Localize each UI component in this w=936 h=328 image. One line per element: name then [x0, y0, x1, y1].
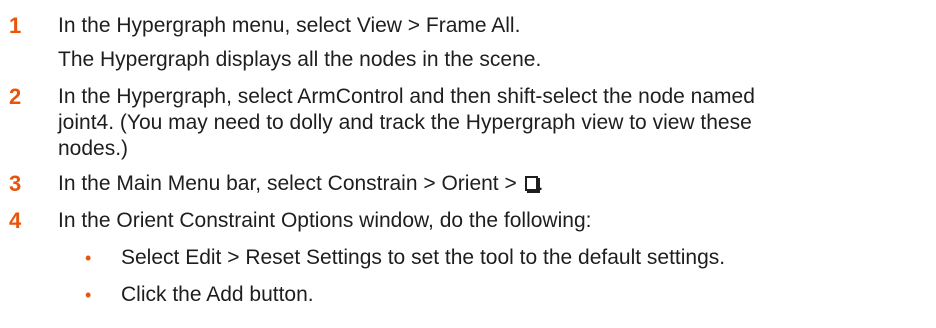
step-number: 3 [9, 171, 22, 196]
option-box-icon [524, 176, 538, 191]
step-note: The Hypergraph displays all the nodes in… [58, 48, 542, 71]
step-text: In the Main Menu bar, select Constrain >… [58, 172, 523, 195]
step-number: 4 [9, 208, 22, 233]
instruction-document: 1 In the Hypergraph menu, select View > … [0, 0, 936, 328]
step-text-continued: joint4. (You may need to dolly and track… [58, 111, 752, 134]
period: . [537, 172, 544, 195]
step-text-continued: nodes.) [58, 137, 129, 160]
bullet-item: Select Edit > Reset Settings to set the … [121, 246, 726, 269]
step-text: In the Hypergraph menu, select View > Fr… [58, 14, 521, 37]
bullet-item: Click the Add button. [121, 283, 314, 306]
step-number: 1 [9, 13, 22, 38]
bullet-icon: • [85, 285, 92, 305]
step-number: 2 [9, 84, 22, 109]
step-text-wrapper: In the Main Menu bar, select Constrain >… [58, 168, 928, 199]
bullet-icon: • [85, 248, 92, 268]
step-text: In the Orient Constraint Options window,… [58, 209, 592, 232]
